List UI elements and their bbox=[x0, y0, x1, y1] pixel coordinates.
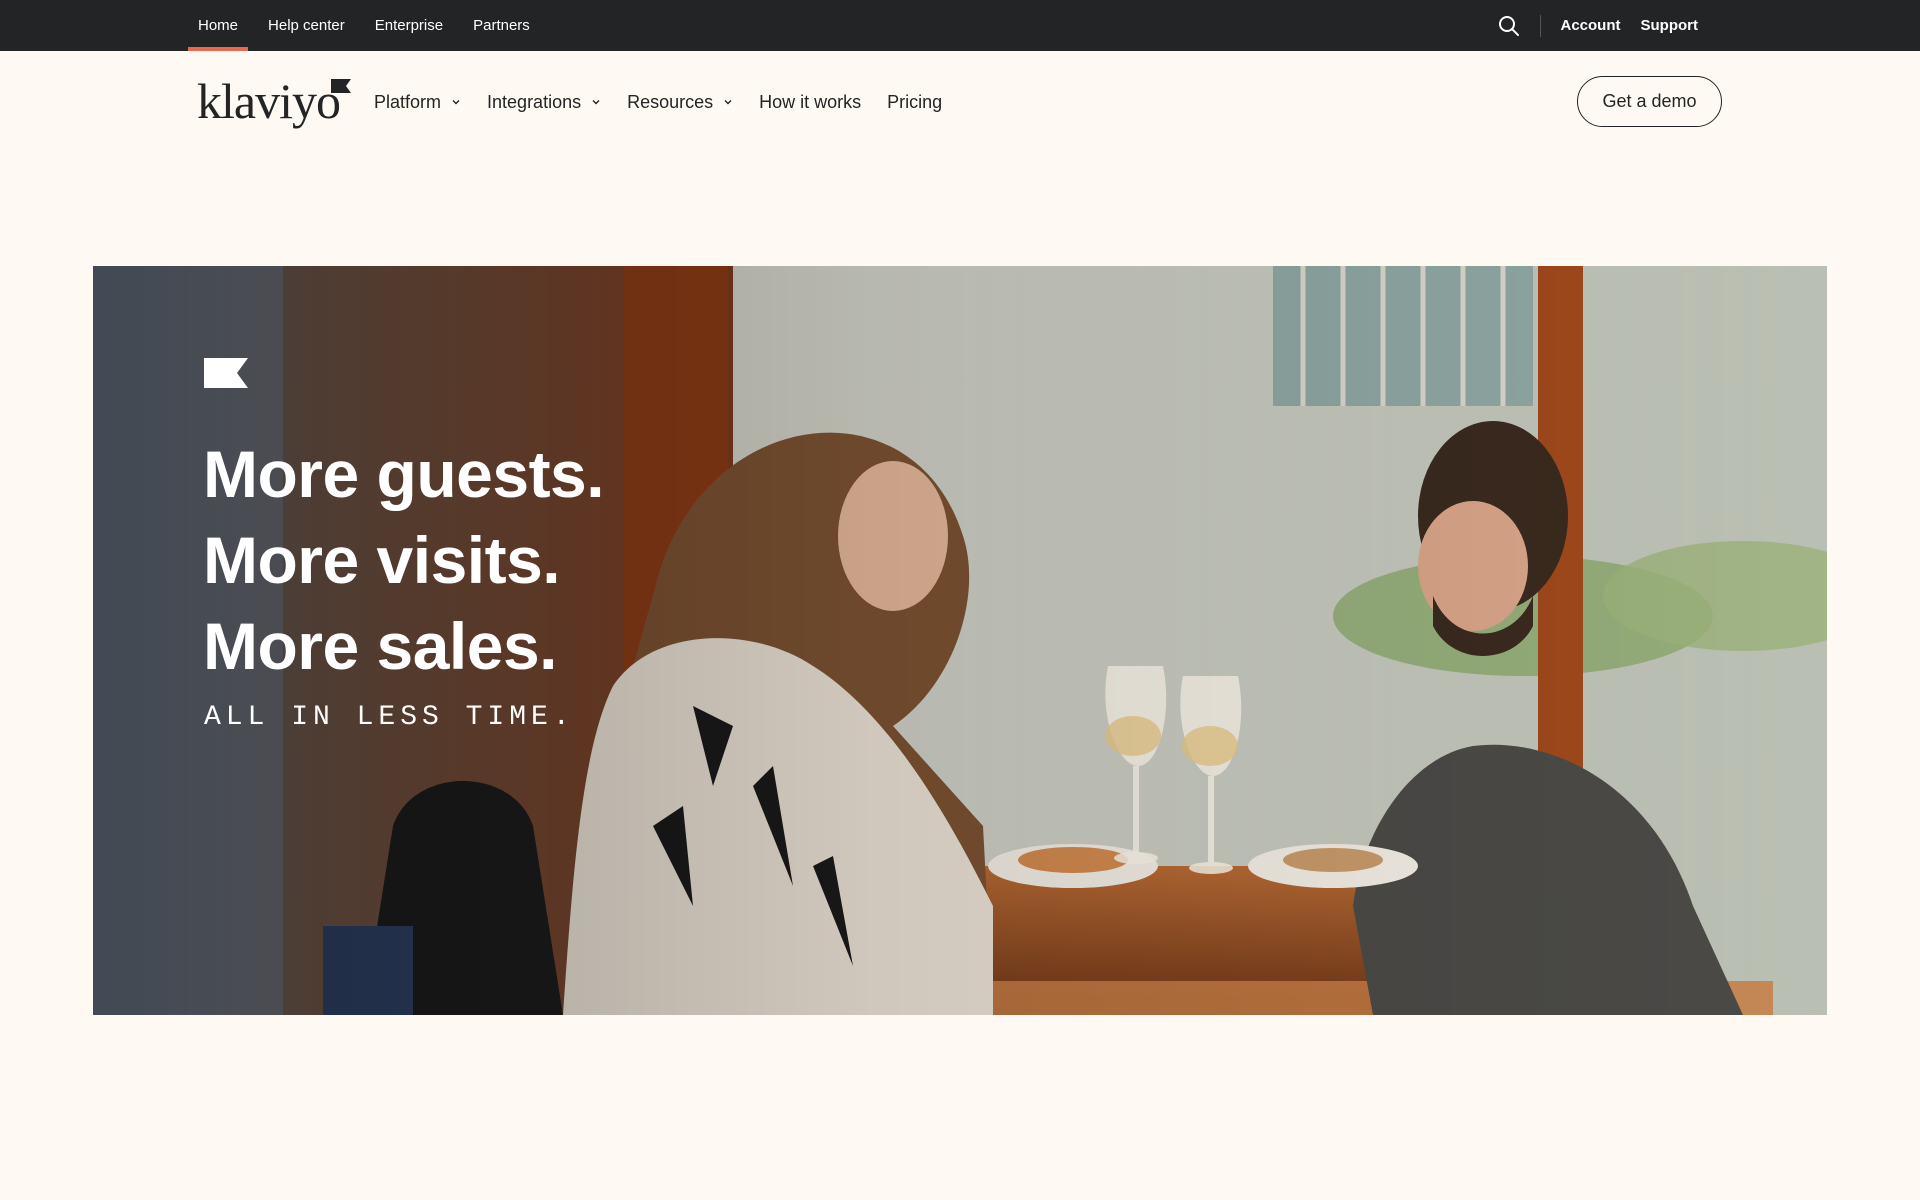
chevron-down-icon bbox=[451, 97, 461, 107]
utility-link-partners[interactable]: Partners bbox=[463, 0, 540, 51]
hero-headline-line: More sales. bbox=[203, 609, 558, 683]
nav-item-platform[interactable]: Platform bbox=[374, 92, 461, 113]
nav-item-label: Resources bbox=[627, 91, 714, 112]
hero-headline-line: More guests. bbox=[203, 437, 605, 511]
nav-item-integrations[interactable]: Integrations bbox=[487, 92, 601, 113]
utility-link-home[interactable]: Home bbox=[188, 0, 249, 51]
search-icon[interactable] bbox=[1496, 13, 1522, 39]
hero-headline-line: More visits. bbox=[203, 523, 561, 597]
utility-bar: Home Help center Enterprise Partners Acc… bbox=[0, 0, 1920, 51]
hero-headline: More guests. More visits. More sales. bbox=[203, 431, 605, 689]
utility-divider bbox=[1539, 14, 1541, 37]
primary-nav: Platform Integrations Resources How it w… bbox=[374, 51, 968, 153]
get-a-demo-button[interactable]: Get a demo bbox=[1577, 76, 1722, 127]
support-link[interactable]: Support bbox=[1641, 17, 1699, 34]
logo-wordmark: klaviyo bbox=[197, 73, 341, 129]
account-link[interactable]: Account bbox=[1561, 17, 1621, 34]
utility-right: Account Support bbox=[1496, 0, 1699, 51]
klaviyo-logo[interactable]: klaviyo bbox=[197, 73, 355, 129]
chevron-down-icon bbox=[591, 97, 601, 107]
nav-item-resources[interactable]: Resources bbox=[627, 92, 733, 113]
main-nav: klaviyo Platform Integrations Resources … bbox=[0, 51, 1920, 153]
hero-tagline: ALL IN LESS TIME. bbox=[204, 702, 575, 733]
klaviyo-flag-icon bbox=[204, 358, 248, 388]
logo-flag-icon bbox=[331, 79, 351, 93]
utility-link-help-center[interactable]: Help center bbox=[258, 0, 355, 51]
utility-link-enterprise[interactable]: Enterprise bbox=[365, 0, 453, 51]
nav-item-pricing[interactable]: Pricing bbox=[887, 92, 942, 113]
nav-item-how-it-works[interactable]: How it works bbox=[759, 92, 861, 113]
nav-item-label: Pricing bbox=[887, 91, 943, 112]
nav-item-label: How it works bbox=[759, 91, 862, 112]
hero-banner: More guests. More visits. More sales. AL… bbox=[93, 266, 1827, 1015]
nav-item-label: Platform bbox=[374, 91, 442, 112]
chevron-down-icon bbox=[723, 97, 733, 107]
nav-item-label: Integrations bbox=[487, 91, 582, 112]
utility-links: Home Help center Enterprise Partners bbox=[188, 0, 550, 51]
